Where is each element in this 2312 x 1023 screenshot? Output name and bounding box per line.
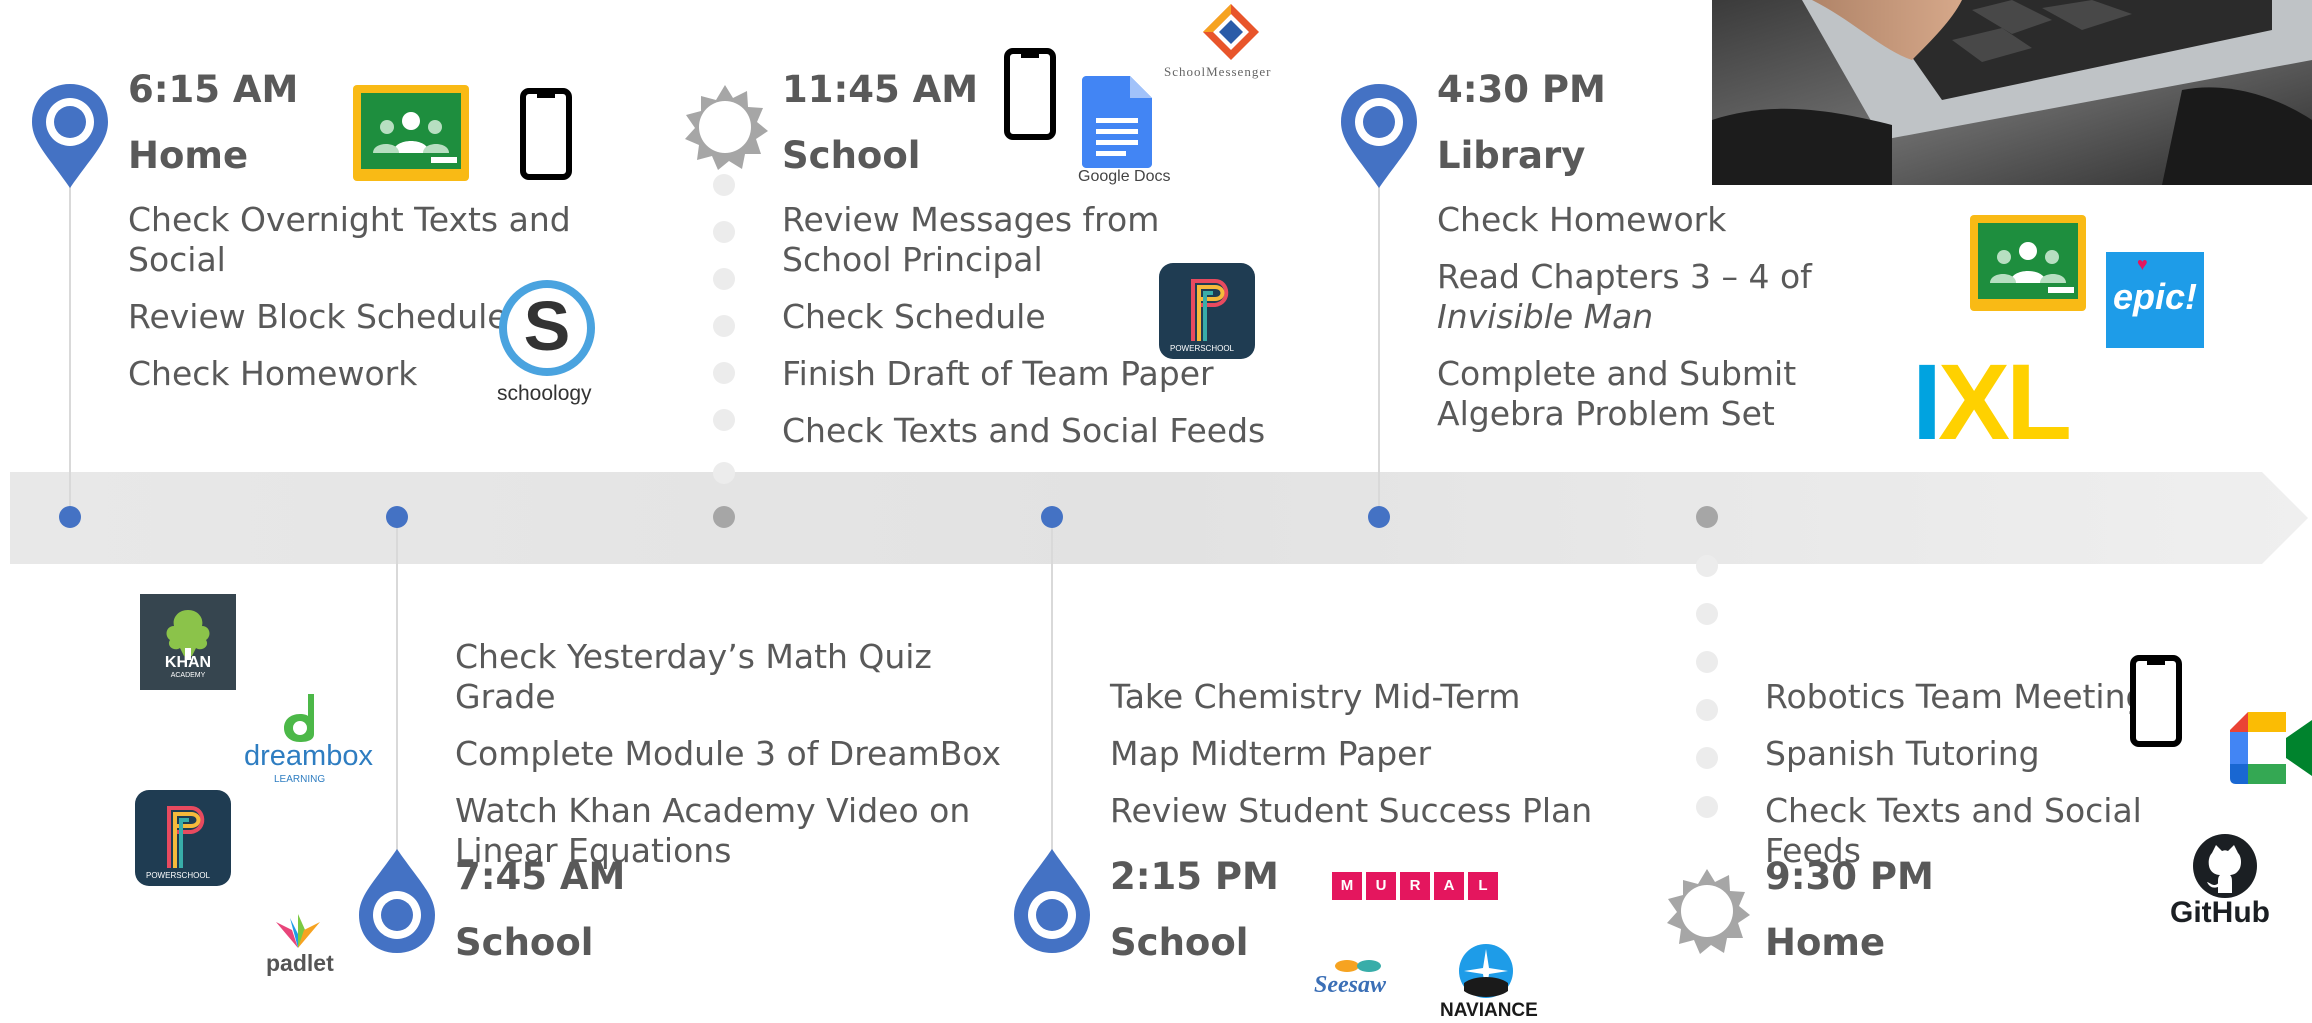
- task-item-reading: Read Chapters 3 – 4 of Invisible Man: [1437, 257, 1927, 337]
- event-place: School: [1110, 921, 1249, 964]
- event-time: 9:30 PM: [1765, 855, 1934, 898]
- ixl-letter: I: [1912, 341, 1942, 462]
- laptop-photo: [1712, 0, 2312, 185]
- connector-dot: [1696, 699, 1718, 721]
- starburst-icon: [685, 85, 768, 170]
- event-place: Library: [1437, 134, 1586, 177]
- connector-dot: [713, 174, 735, 196]
- connector-line-1: [69, 180, 71, 518]
- padlet-wordmark: padlet: [266, 950, 334, 976]
- padlet-logo: [276, 914, 320, 948]
- khan-label: KHAN: [164, 654, 212, 671]
- event-time: 11:45 AM: [782, 68, 979, 111]
- connector-dot: [713, 268, 735, 290]
- google-docs-icon: [1082, 76, 1152, 168]
- timeline-dot-1: [59, 506, 81, 528]
- schoolmessenger-wordmark: SchoolMessenger: [1164, 64, 1272, 79]
- schoology-wordmark: schoology: [497, 382, 592, 405]
- timeline-dot-5: [1368, 506, 1390, 528]
- task-item: Check Yesterday’s Math Quiz Grade: [455, 637, 932, 716]
- epic-wordmark: epic!: [2112, 276, 2198, 317]
- mural-letter: R: [1400, 872, 1430, 900]
- task-list: Check Yesterday’s Math Quiz Grade Comple…: [455, 637, 1015, 888]
- dreambox-sublabel: LEARNING: [274, 774, 326, 785]
- timeline-dot-4: [1041, 506, 1063, 528]
- google-classroom-icon: [353, 85, 469, 181]
- connector-dot: [713, 221, 735, 243]
- connector-dot: [1696, 603, 1718, 625]
- khan-sublabel: ACADEMY: [170, 672, 206, 679]
- event-place: School: [782, 134, 921, 177]
- task-item: Complete Module 3 of DreamBox: [455, 734, 1002, 773]
- naviance-wordmark: NAVIANCE: [1440, 1000, 1538, 1021]
- phone-icon: [1004, 48, 1056, 140]
- event-place: Home: [1765, 921, 1886, 964]
- connector-dot: [1696, 555, 1718, 577]
- dreambox-logo: [284, 694, 314, 742]
- schoolmessenger-logo: [1203, 4, 1259, 60]
- naviance-logo: [1459, 944, 1513, 998]
- event-time: 2:15 PM: [1110, 855, 1279, 898]
- timeline-dot-6: [1696, 506, 1718, 528]
- location-pin-icon: [1341, 84, 1417, 188]
- timeline-arrow: [10, 472, 2308, 564]
- timeline-dot-2: [386, 506, 408, 528]
- task-item: Review Student Success Plan: [1110, 791, 1593, 830]
- mural-letter: M: [1332, 872, 1362, 900]
- task-item: Take Chemistry Mid-Term: [1110, 677, 1521, 716]
- connector-dot: [1696, 796, 1718, 818]
- task-reading-prefix: Read Chapters 3 – 4 of: [1437, 257, 1812, 296]
- google-classroom-icon: [1970, 215, 2086, 311]
- google-meet-icon: [2230, 712, 2312, 784]
- event-time: 6:15 AM: [128, 68, 299, 111]
- location-pin-icon: [1014, 849, 1090, 953]
- ixl-logo: IXL: [1912, 348, 2072, 456]
- seesaw-wordmark: Seesaw: [1314, 972, 1386, 998]
- google-docs-label: Google Docs: [1078, 168, 1171, 185]
- powerschool-label: POWERSCHOOL: [146, 871, 211, 880]
- task-list: Check Homework Read Chapters 3 – 4 of In…: [1437, 200, 1937, 451]
- event-time: 7:45 AM: [455, 855, 626, 898]
- github-icon: [2193, 834, 2257, 898]
- task-item: Check Overnight Texts and Social: [128, 200, 571, 279]
- phone-icon: [520, 88, 572, 180]
- mural-letter: U: [1366, 872, 1396, 900]
- task-item: Check Homework: [1437, 200, 1727, 239]
- connector-dot: [1696, 651, 1718, 673]
- connector-line-5: [1378, 180, 1380, 518]
- github-wordmark: GitHub: [2170, 896, 2270, 929]
- phone-icon: [2130, 655, 2182, 747]
- connector-dot: [713, 315, 735, 337]
- connector-line-4: [1051, 518, 1053, 868]
- task-item: Check Texts and Social Feeds: [782, 411, 1266, 450]
- powerschool-label: POWERSCHOOL: [1170, 344, 1235, 353]
- task-item: Finish Draft of Team Paper: [782, 354, 1214, 393]
- location-pin-icon: [32, 84, 108, 188]
- heart-icon: ♥: [2137, 254, 2148, 274]
- connector-line-2: [396, 518, 398, 868]
- mural-letter: A: [1434, 872, 1464, 900]
- task-item: Complete and Submit Algebra Problem Set: [1437, 354, 1797, 433]
- event-place: School: [455, 921, 594, 964]
- task-item: Map Midterm Paper: [1110, 734, 1432, 773]
- starburst-icon: [1667, 869, 1750, 954]
- book-title: Invisible Man: [1437, 297, 1654, 336]
- ixl-letters: XL: [1938, 341, 2072, 462]
- schoology-mark: S: [523, 287, 571, 365]
- event-time: 4:30 PM: [1437, 68, 1606, 111]
- location-pin-icon: [359, 849, 435, 953]
- connector-dot: [1696, 747, 1718, 769]
- task-list: Take Chemistry Mid-Term Map Midterm Pape…: [1110, 677, 1670, 848]
- connector-dot: [713, 462, 735, 484]
- mural-letter: L: [1468, 872, 1498, 900]
- timeline-dot-3: [713, 506, 735, 528]
- connector-dot: [713, 409, 735, 431]
- mural-logo: M U R A L: [1332, 872, 1498, 900]
- event-place: Home: [128, 134, 249, 177]
- connector-dot: [713, 362, 735, 384]
- dreambox-wordmark: dreambox: [244, 740, 373, 772]
